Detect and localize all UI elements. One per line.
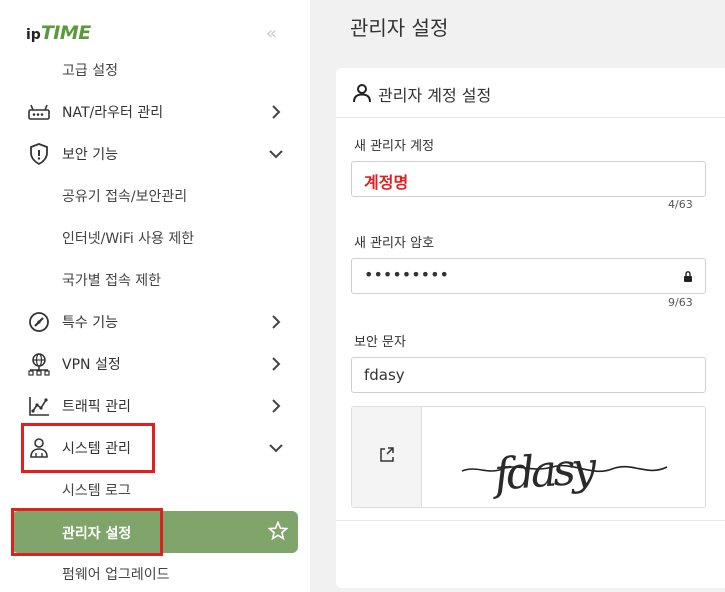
sidebar-item-label: VPN 설정	[62, 357, 121, 373]
chevron-right-icon	[268, 398, 284, 414]
sidebar-item-label: 공유기 접속/보안관리	[62, 189, 188, 205]
shield-icon	[26, 142, 52, 166]
page-title: 관리자 설정	[350, 16, 449, 40]
star-icon[interactable]	[267, 520, 289, 541]
account-label: 새 관리자 계정	[354, 139, 435, 154]
captcha-refresh-button[interactable]	[352, 407, 422, 507]
sidebar-item-system-log[interactable]: 시스템 로그	[0, 469, 310, 511]
sidebar-item-internet-wifi-limit[interactable]: 인터넷/WiFi 사용 제한	[0, 217, 310, 259]
router-icon	[26, 100, 52, 124]
refresh-icon	[378, 446, 396, 468]
admin-account-value: 계정명	[364, 173, 409, 192]
sidebar-item-country-limit[interactable]: 국가별 접속 제한	[0, 259, 310, 301]
chevron-right-icon	[268, 104, 284, 120]
captcha-input[interactable]: fdasy	[351, 357, 706, 393]
card-header: 관리자 계정 설정	[336, 68, 725, 118]
sidebar-item-label: 인터넷/WiFi 사용 제한	[62, 231, 195, 247]
sidebar-item-firmware-upgrade[interactable]: 펌웨어 업그레이드	[0, 553, 310, 592]
logo-time: TIME	[40, 22, 91, 44]
card-title: 관리자 계정 설정	[378, 86, 492, 105]
admin-account-input[interactable]: 계정명	[351, 161, 706, 197]
captcha-value: fdasy	[364, 366, 405, 384]
gauge-icon	[26, 310, 52, 334]
sidebar-item-label: 관리자 설정	[62, 526, 132, 542]
captcha-label: 보안 문자	[354, 335, 406, 350]
sidebar-item-label: 보안 기능	[62, 147, 118, 163]
sidebar-item-label: 시스템 로그	[62, 483, 131, 499]
iptime-logo[interactable]: ip TIME	[26, 22, 91, 44]
chevron-down-icon	[268, 146, 284, 162]
captcha-text: fdasy	[490, 443, 600, 501]
sidebar-item-label: 특수 기능	[62, 315, 118, 331]
sidebar-item-admin-settings[interactable]: 관리자 설정	[12, 511, 298, 553]
admin-password-input[interactable]: •••••••••	[351, 258, 706, 294]
lock-icon[interactable]	[682, 269, 694, 283]
admin-password-value: •••••••••	[364, 265, 449, 284]
collapse-sidebar-icon[interactable]: «	[266, 25, 288, 43]
sidebar-item-nat-router[interactable]: NAT/라우터 관리	[0, 91, 310, 133]
sidebar: ip TIME « 고급 설정 NAT/라우터 관리 보안 기능 공유기 접속/…	[0, 0, 310, 592]
sidebar-item-label: 국가별 접속 제한	[62, 273, 162, 289]
sidebar-item-traffic[interactable]: 트래픽 관리	[0, 385, 310, 427]
sidebar-item-label: 고급 설정	[62, 63, 118, 79]
sidebar-item-label: 시스템 관리	[62, 441, 131, 457]
captcha-box: fdasy	[351, 406, 706, 508]
sidebar-item-security[interactable]: 보안 기능	[0, 133, 310, 175]
vpn-globe-icon	[26, 352, 52, 376]
user-icon	[352, 83, 372, 103]
chevron-right-icon	[268, 314, 284, 330]
sidebar-item-vpn[interactable]: VPN 설정	[0, 343, 310, 385]
sidebar-item-label: 펌웨어 업그레이드	[62, 567, 170, 583]
captcha-image: fdasy	[422, 407, 706, 507]
system-admin-icon	[26, 436, 52, 460]
sidebar-item-advanced-settings[interactable]: 고급 설정	[0, 49, 310, 91]
traffic-chart-icon	[26, 394, 52, 418]
card-divider	[336, 520, 725, 521]
sidebar-item-router-access[interactable]: 공유기 접속/보안관리	[0, 175, 310, 217]
password-char-counter: 9/63	[668, 296, 693, 309]
sidebar-item-special[interactable]: 특수 기능	[0, 301, 310, 343]
sidebar-item-system[interactable]: 시스템 관리	[0, 427, 310, 469]
admin-account-card: 관리자 계정 설정 새 관리자 계정 계정명 4/63 새 관리자 암호 •••…	[336, 68, 725, 588]
logo-ip: ip	[26, 27, 41, 43]
sidebar-item-label: 트래픽 관리	[62, 399, 131, 415]
chevron-down-icon	[268, 440, 284, 456]
account-char-counter: 4/63	[668, 198, 693, 211]
password-label: 새 관리자 암호	[354, 236, 435, 251]
chevron-right-icon	[268, 356, 284, 372]
sidebar-item-label: NAT/라우터 관리	[62, 105, 164, 121]
